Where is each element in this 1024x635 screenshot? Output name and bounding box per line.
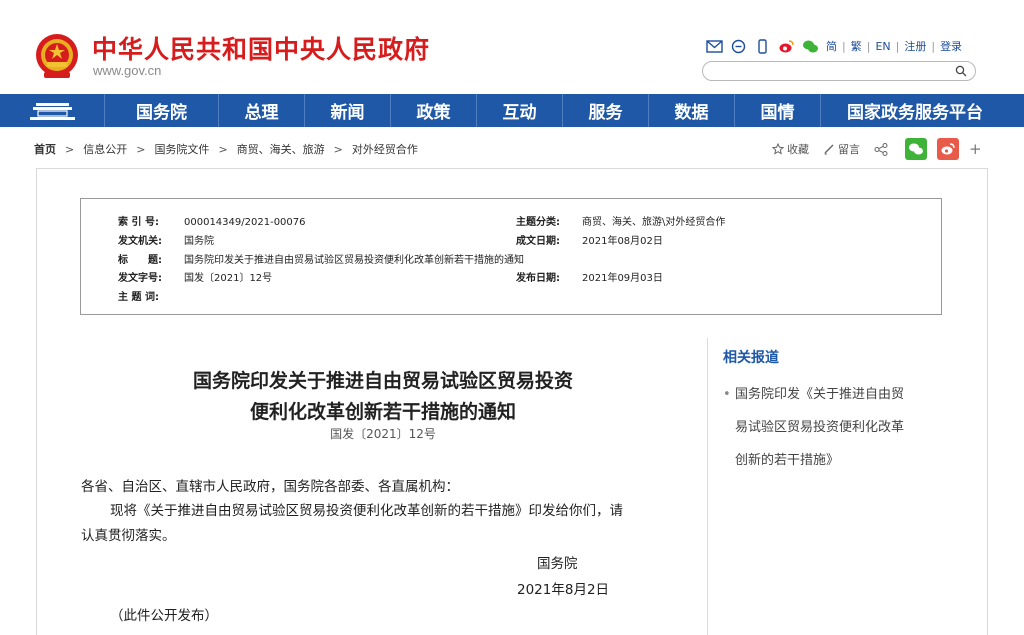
nav-news[interactable]: 新闻 <box>305 94 391 127</box>
share-button[interactable] <box>874 142 891 156</box>
meta-value: 000014349/2021-00076 <box>184 217 306 228</box>
article-note: （此件公开发布） <box>110 608 218 624</box>
divider: | <box>842 39 846 53</box>
comment-label: 留言 <box>838 143 860 156</box>
article-body-line-2: 认真贯彻落实。 <box>81 528 176 544</box>
breadcrumb-info-disclosure[interactable]: 信息公开 <box>83 141 127 157</box>
chevron-right-icon: > <box>65 142 75 156</box>
meta-value: 2021年09月03日 <box>582 273 663 284</box>
site-name[interactable]: 中华人民共和国中央人民政府 <box>92 30 430 66</box>
header-tools <box>706 37 819 55</box>
nav-gov-service-platform[interactable]: 国家政务服务平台 <box>821 94 1009 127</box>
meta-label: 发布日期: <box>516 273 560 284</box>
wechat-share-button[interactable] <box>905 138 927 160</box>
meta-label: 主题分类: <box>516 217 560 228</box>
search-input[interactable] <box>713 65 953 83</box>
meta-value: 国发〔2021〕12号 <box>184 273 273 284</box>
chevron-right-icon: > <box>136 142 146 156</box>
meta-index-row: 索 引 号: 000014349/2021-00076 <box>118 213 306 228</box>
related-report-line[interactable]: 创新的若干措施》 <box>722 444 942 477</box>
related-report-link[interactable]: • 国务院印发《关于推进自由贸 易试验区贸易投资便利化改革 创新的若干措施》 <box>722 378 942 477</box>
article-doc-number: 国发〔2021〕12号 <box>330 427 436 441</box>
favorite-label: 收藏 <box>787 143 809 156</box>
article-date: 2021年8月2日 <box>517 582 610 598</box>
divider: | <box>931 39 936 53</box>
sidebar-divider <box>707 338 708 635</box>
related-report-line[interactable]: 国务院印发《关于推进自由贸 <box>722 378 942 411</box>
article-salutation: 各省、自治区、直辖市人民政府，国务院各部委、各直属机构： <box>81 479 459 495</box>
mobile-icon[interactable] <box>754 38 771 54</box>
register-link[interactable]: 注册 <box>904 38 926 54</box>
meta-value: 商贸、海关、旅游\对外经贸合作 <box>582 217 726 228</box>
nav-data[interactable]: 数据 <box>649 94 735 127</box>
article-title-line-1: 国务院印发关于推进自由贸易试验区贸易投资 <box>192 370 573 392</box>
favorite-button[interactable]: 收藏 <box>772 141 809 157</box>
bullet-icon: • <box>723 387 731 402</box>
lang-english-link[interactable]: EN <box>875 40 890 53</box>
related-report-line[interactable]: 易试验区贸易投资便利化改革 <box>722 411 942 444</box>
meta-value: 2021年08月02日 <box>582 236 663 247</box>
nav-state-council[interactable]: 国务院 <box>105 94 219 127</box>
nav-policy[interactable]: 政策 <box>391 94 477 127</box>
meta-label: 发文机关: <box>118 236 162 247</box>
main-nav: 国务院 总理 新闻 政策 互动 服务 数据 国情 国家政务服务平台 <box>0 94 1024 127</box>
weibo-share-button[interactable] <box>937 138 959 160</box>
meta-date-written-row: 成文日期: 2021年08月02日 <box>516 232 663 247</box>
message-icon[interactable] <box>730 39 747 54</box>
article-signature: 国务院 <box>537 556 578 572</box>
site-header: 中华人民共和国中央人民政府 www.gov.cn 简 | 繁 | EN | 注册… <box>0 0 1024 94</box>
meta-label: 标 题: <box>118 255 162 266</box>
search-box <box>702 61 976 83</box>
language-links: 简 | 繁 | EN | 注册 | 登录 <box>826 38 962 54</box>
meta-value: 国务院 <box>184 236 214 247</box>
meta-label: 索 引 号: <box>118 217 159 228</box>
site-url[interactable]: www.gov.cn <box>93 63 161 78</box>
weibo-icon[interactable] <box>778 39 795 54</box>
breadcrumb-foreign-trade[interactable]: 对外经贸合作 <box>352 141 418 157</box>
nav-national-info[interactable]: 国情 <box>735 94 821 127</box>
share-icon <box>874 142 888 156</box>
login-link[interactable]: 登录 <box>940 38 962 54</box>
wechat-icon <box>909 143 923 155</box>
divider: | <box>866 39 871 53</box>
pencil-icon <box>824 144 834 155</box>
wechat-icon[interactable] <box>802 39 819 54</box>
nav-services[interactable]: 服务 <box>563 94 649 127</box>
tiananmen-logo-icon[interactable] <box>0 94 105 127</box>
more-share-button[interactable]: + <box>969 140 982 158</box>
meta-publish-row: 发布日期: 2021年09月03日 <box>516 269 663 284</box>
breadcrumb-home[interactable]: 首页 <box>34 141 56 157</box>
meta-title-row: 标 题: 国务院印发关于推进自由贸易试验区贸易投资便利化改革创新若干措施的通知 <box>118 251 524 266</box>
comment-button[interactable]: 留言 <box>823 141 860 157</box>
meta-issuer-row: 发文机关: 国务院 <box>118 232 214 247</box>
meta-category-row: 主题分类: 商贸、海关、旅游\对外经贸合作 <box>516 213 725 228</box>
nav-interaction[interactable]: 互动 <box>477 94 563 127</box>
share-bar: 收藏 留言 + <box>772 138 982 160</box>
breadcrumb: 首页 > 信息公开 > 国务院文件 > 商贸、海关、旅游 > 对外经贸合作 <box>34 141 418 157</box>
weibo-icon <box>941 143 955 155</box>
mail-icon[interactable] <box>706 39 723 54</box>
lang-traditional-link[interactable]: 繁 <box>851 38 862 54</box>
meta-label: 主 题 词: <box>118 292 159 303</box>
related-reports-title: 相关报道 <box>723 350 779 366</box>
chevron-right-icon: > <box>333 142 343 156</box>
breadcrumb-state-council-docs[interactable]: 国务院文件 <box>154 141 209 157</box>
meta-label: 成文日期: <box>516 236 560 247</box>
chevron-right-icon: > <box>218 142 228 156</box>
star-icon <box>772 143 784 155</box>
meta-docno-row: 发文字号: 国发〔2021〕12号 <box>118 269 272 284</box>
breadcrumb-trade-customs-tourism[interactable]: 商贸、海关、旅游 <box>237 141 325 157</box>
nav-premier[interactable]: 总理 <box>219 94 305 127</box>
national-emblem-icon[interactable] <box>34 32 80 80</box>
lang-simplified-link[interactable]: 简 <box>826 38 837 54</box>
search-icon[interactable] <box>955 65 967 77</box>
meta-label: 发文字号: <box>118 273 162 284</box>
divider: | <box>895 39 900 53</box>
article-body-line-1: 现将《关于推进自由贸易试验区贸易投资便利化改革创新的若干措施》印发给你们，请 <box>110 503 623 519</box>
meta-keywords-row: 主 题 词: <box>118 288 184 303</box>
document-metadata-table: 索 引 号: 000014349/2021-00076 主题分类: 商贸、海关、旅游… <box>80 198 942 315</box>
article-title-line-2: 便利化改革创新若干措施的通知 <box>249 401 516 423</box>
meta-value: 国务院印发关于推进自由贸易试验区贸易投资便利化改革创新若干措施的通知 <box>184 255 524 266</box>
